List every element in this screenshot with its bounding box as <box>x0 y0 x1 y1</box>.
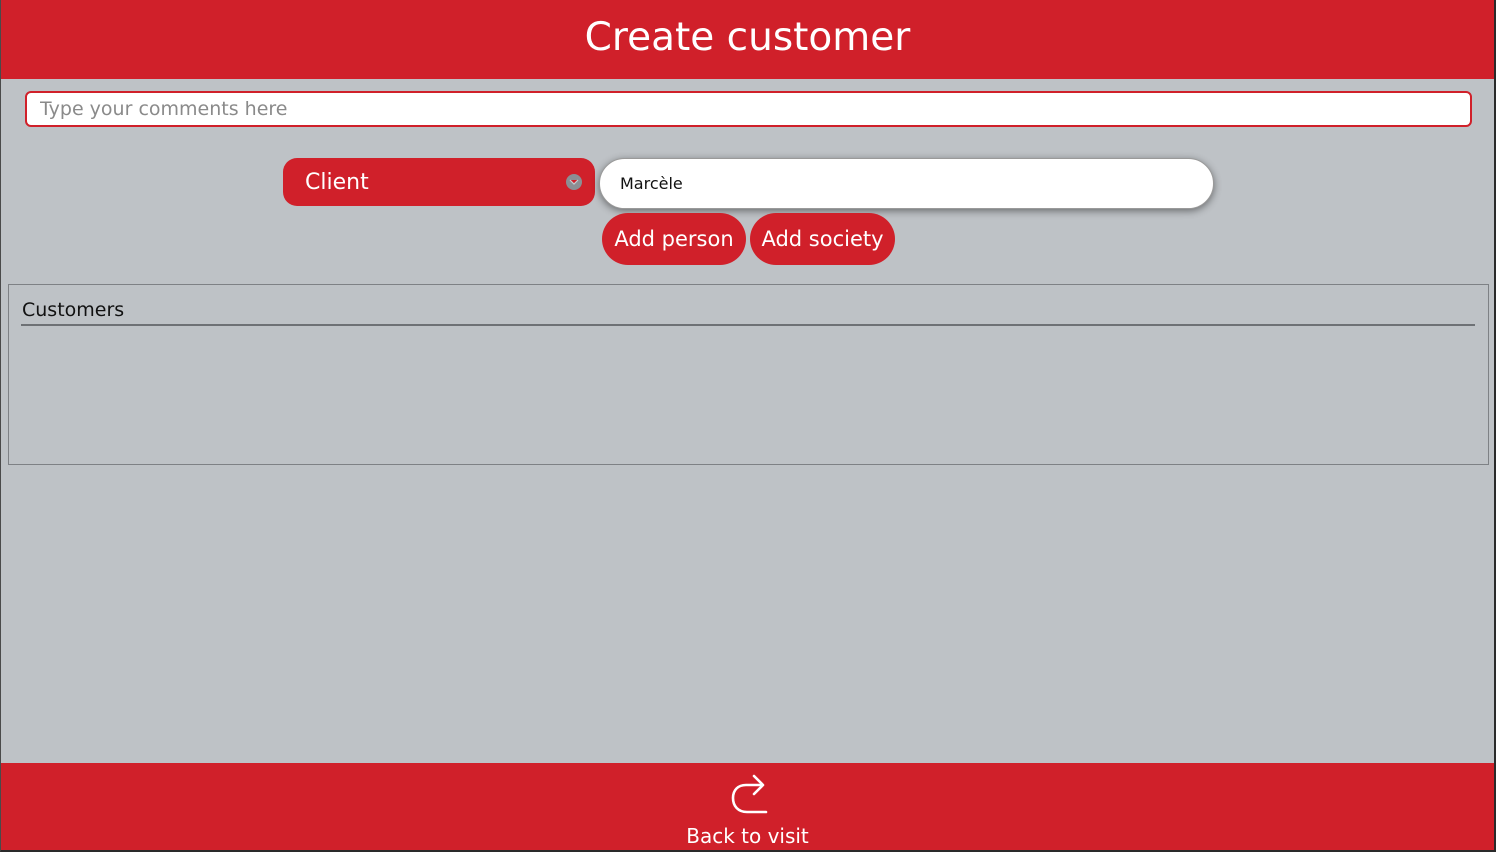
customers-divider <box>21 324 1475 326</box>
add-person-button[interactable]: Add person <box>602 213 746 265</box>
comments-input[interactable] <box>25 91 1472 127</box>
add-society-button[interactable]: Add society <box>750 213 895 265</box>
customer-type-select[interactable]: Client <box>283 158 595 206</box>
customer-name-input[interactable] <box>599 158 1214 209</box>
return-arrow-icon <box>731 774 767 814</box>
app-window: Create customer Client Add person Add so… <box>0 0 1496 852</box>
back-to-visit-button[interactable]: Back to visit <box>648 763 848 850</box>
customers-title: Customers <box>22 299 125 321</box>
back-to-visit-label: Back to visit <box>686 824 809 848</box>
footer-bar: Back to visit <box>1 763 1494 850</box>
customer-type-selected-label: Client <box>305 169 369 195</box>
chevron-down-icon <box>566 174 582 190</box>
header-bar: Create customer <box>1 0 1494 79</box>
page-title: Create customer <box>584 15 911 60</box>
customers-panel: Customers <box>8 284 1489 465</box>
